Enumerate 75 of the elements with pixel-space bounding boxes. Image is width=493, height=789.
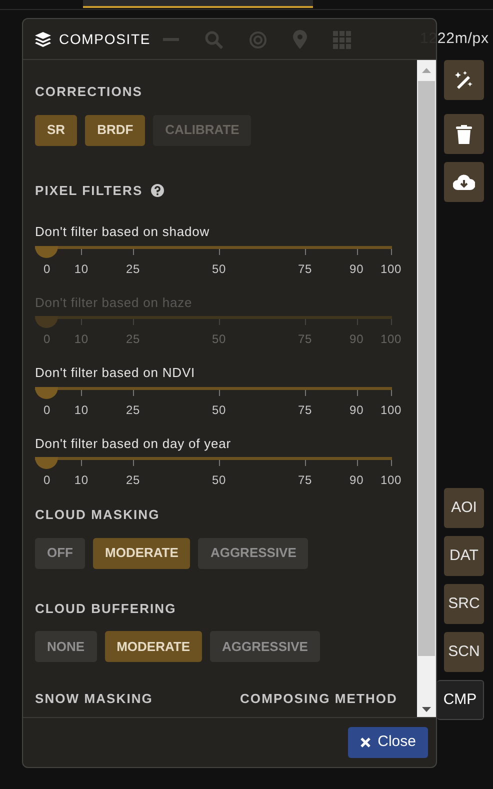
cloud-download-icon bbox=[453, 174, 475, 190]
scrollbar[interactable] bbox=[417, 60, 436, 717]
tick-label: 0 bbox=[43, 331, 51, 348]
tick-label: 25 bbox=[126, 331, 140, 348]
grid-icon[interactable] bbox=[333, 30, 351, 48]
scroll-down-icon[interactable] bbox=[422, 707, 432, 712]
tick-label: 75 bbox=[298, 402, 312, 418]
tick-label: 75 bbox=[298, 331, 312, 348]
slider-track[interactable] bbox=[35, 246, 392, 258]
scrollbar-thumb[interactable] bbox=[418, 81, 436, 656]
tick-label: 100 bbox=[380, 260, 402, 278]
tick-label: 25 bbox=[126, 402, 140, 418]
tick-label: 25 bbox=[126, 260, 140, 278]
trash-icon bbox=[456, 124, 472, 144]
tick-label: 10 bbox=[74, 260, 88, 278]
tick-label: 90 bbox=[350, 331, 364, 348]
option-button[interactable]: SR bbox=[35, 114, 78, 146]
slider-label: Don't filter based on NDVI bbox=[35, 364, 196, 382]
tick-label: 0 bbox=[43, 402, 51, 418]
slider-label: Don't filter based on shadow bbox=[35, 223, 211, 241]
slider-label: Don't filter based on day of year bbox=[35, 434, 232, 453]
layers-icon bbox=[35, 32, 51, 46]
section-heading: CLOUD MASKING bbox=[35, 506, 161, 524]
tick-label: 10 bbox=[74, 472, 88, 489]
tick-label: 0 bbox=[43, 472, 51, 489]
section-heading: PIXEL FILTERS bbox=[35, 182, 143, 200]
option-button[interactable]: BRDF bbox=[85, 114, 146, 146]
magic-wand-button[interactable] bbox=[444, 60, 484, 100]
download-button[interactable] bbox=[444, 162, 484, 202]
section-heading: CLOUD BUFFERING bbox=[35, 600, 178, 618]
slider-thumb[interactable] bbox=[35, 386, 58, 398]
panel-toggle-button[interactable]: CMP bbox=[437, 680, 484, 720]
tick-label: 100 bbox=[380, 331, 402, 348]
panel-toggle-button[interactable]: AOI bbox=[444, 488, 484, 528]
tick-label: 10 bbox=[74, 331, 88, 348]
tick-label: 50 bbox=[212, 472, 226, 489]
option-button[interactable]: AGGRESSIVE bbox=[198, 538, 308, 568]
tick-label: 50 bbox=[212, 260, 226, 278]
tick-label: 75 bbox=[298, 472, 312, 489]
slider-track[interactable] bbox=[35, 457, 392, 469]
tick-label: 50 bbox=[212, 402, 226, 418]
option-button[interactable]: MODERATE bbox=[104, 631, 202, 662]
target-icon[interactable] bbox=[249, 30, 267, 48]
panel-toggle-button[interactable]: DAT bbox=[444, 536, 484, 576]
tick-label: 0 bbox=[43, 260, 51, 278]
panel-toggle-button[interactable]: SCN bbox=[444, 632, 484, 672]
option-button[interactable]: NONE bbox=[35, 631, 97, 662]
tick-label: 100 bbox=[380, 472, 402, 489]
panel-toggle-button[interactable]: SRC bbox=[444, 584, 484, 624]
tick-label: 10 bbox=[74, 402, 88, 418]
tick-label: 90 bbox=[350, 402, 364, 418]
section-heading: SNOW MASKING bbox=[35, 690, 154, 708]
tick-label: 90 bbox=[350, 472, 364, 489]
slider-thumb[interactable] bbox=[35, 246, 58, 258]
delete-button[interactable] bbox=[444, 114, 484, 154]
option-button[interactable]: AGGRESSIVE bbox=[210, 631, 320, 662]
slider-track[interactable] bbox=[35, 386, 392, 398]
tick-label: 50 bbox=[212, 331, 226, 348]
option-button[interactable]: OFF bbox=[35, 538, 85, 568]
section-heading: COMPOSING METHOD bbox=[240, 690, 398, 708]
scroll-up-icon[interactable] bbox=[422, 68, 432, 73]
tick-label: 25 bbox=[126, 472, 140, 489]
slider-thumb[interactable] bbox=[35, 457, 58, 469]
close-button[interactable]: Close bbox=[348, 727, 428, 758]
close-icon bbox=[360, 737, 371, 748]
dialog-title: COMPOSITE bbox=[59, 30, 151, 48]
tick-label: 75 bbox=[298, 260, 312, 278]
magic-wand-icon bbox=[454, 70, 474, 90]
search-icon[interactable] bbox=[205, 30, 223, 48]
tick-label: 100 bbox=[380, 402, 402, 418]
section-heading: CORRECTIONS bbox=[35, 83, 144, 101]
option-button[interactable]: MODERATE bbox=[93, 538, 190, 568]
tick-label: 90 bbox=[350, 260, 364, 278]
help-icon[interactable] bbox=[150, 184, 164, 197]
pin-icon[interactable] bbox=[293, 30, 307, 49]
